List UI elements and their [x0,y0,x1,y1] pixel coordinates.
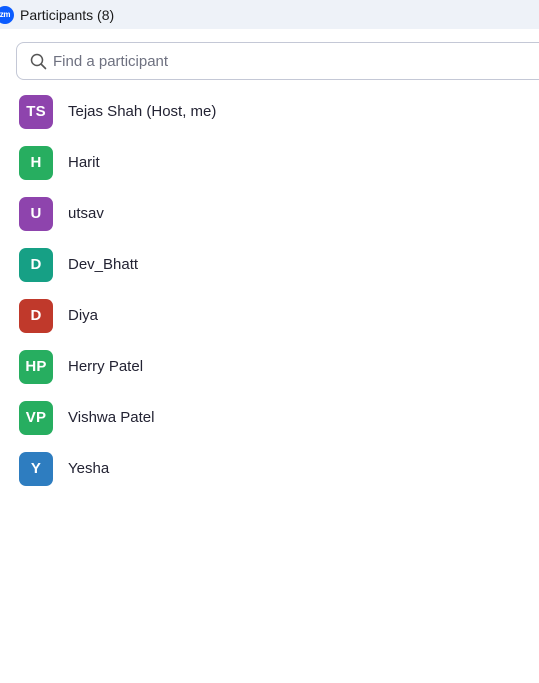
participant-search-box[interactable] [16,42,539,80]
avatar: U [19,196,53,231]
participant-name: Herry Patel [68,358,144,375]
participant-name: utsav [68,205,104,222]
search-icon [29,52,47,70]
participant-row[interactable]: U utsav [0,188,539,239]
participant-row[interactable]: D Dev_Bhatt [0,239,539,290]
participant-name: Tejas Shah (Host, me) [68,103,217,120]
participant-name: Diya [68,307,99,324]
participant-row[interactable]: TS Tejas Shah (Host, me) [0,86,539,137]
zoom-logo-icon: zm [0,5,14,24]
participant-row[interactable]: VP Vishwa Patel [0,392,539,443]
participant-name: Vishwa Patel [68,409,155,426]
avatar: Y [19,451,53,486]
participants-title-bar: zm Participants (8) [0,0,539,29]
panel-title: Participants (8) [20,6,115,23]
participant-row[interactable]: D Diya [0,290,539,341]
avatar: D [19,247,53,282]
participant-row[interactable]: HP Herry Patel [0,341,539,392]
avatar: H [19,145,53,180]
participant-name: Harit [68,154,100,171]
avatar: VP [19,400,53,435]
avatar: D [19,298,53,333]
avatar: TS [19,94,53,129]
participant-name: Dev_Bhatt [68,256,139,273]
avatar: HP [19,349,53,384]
participant-name: Yesha [68,460,110,477]
search-input[interactable] [53,52,493,70]
participant-list: TS Tejas Shah (Host, me) H Harit U utsav… [0,86,539,494]
participant-row[interactable]: H Harit [0,137,539,188]
participant-row[interactable]: Y Yesha [0,443,539,494]
